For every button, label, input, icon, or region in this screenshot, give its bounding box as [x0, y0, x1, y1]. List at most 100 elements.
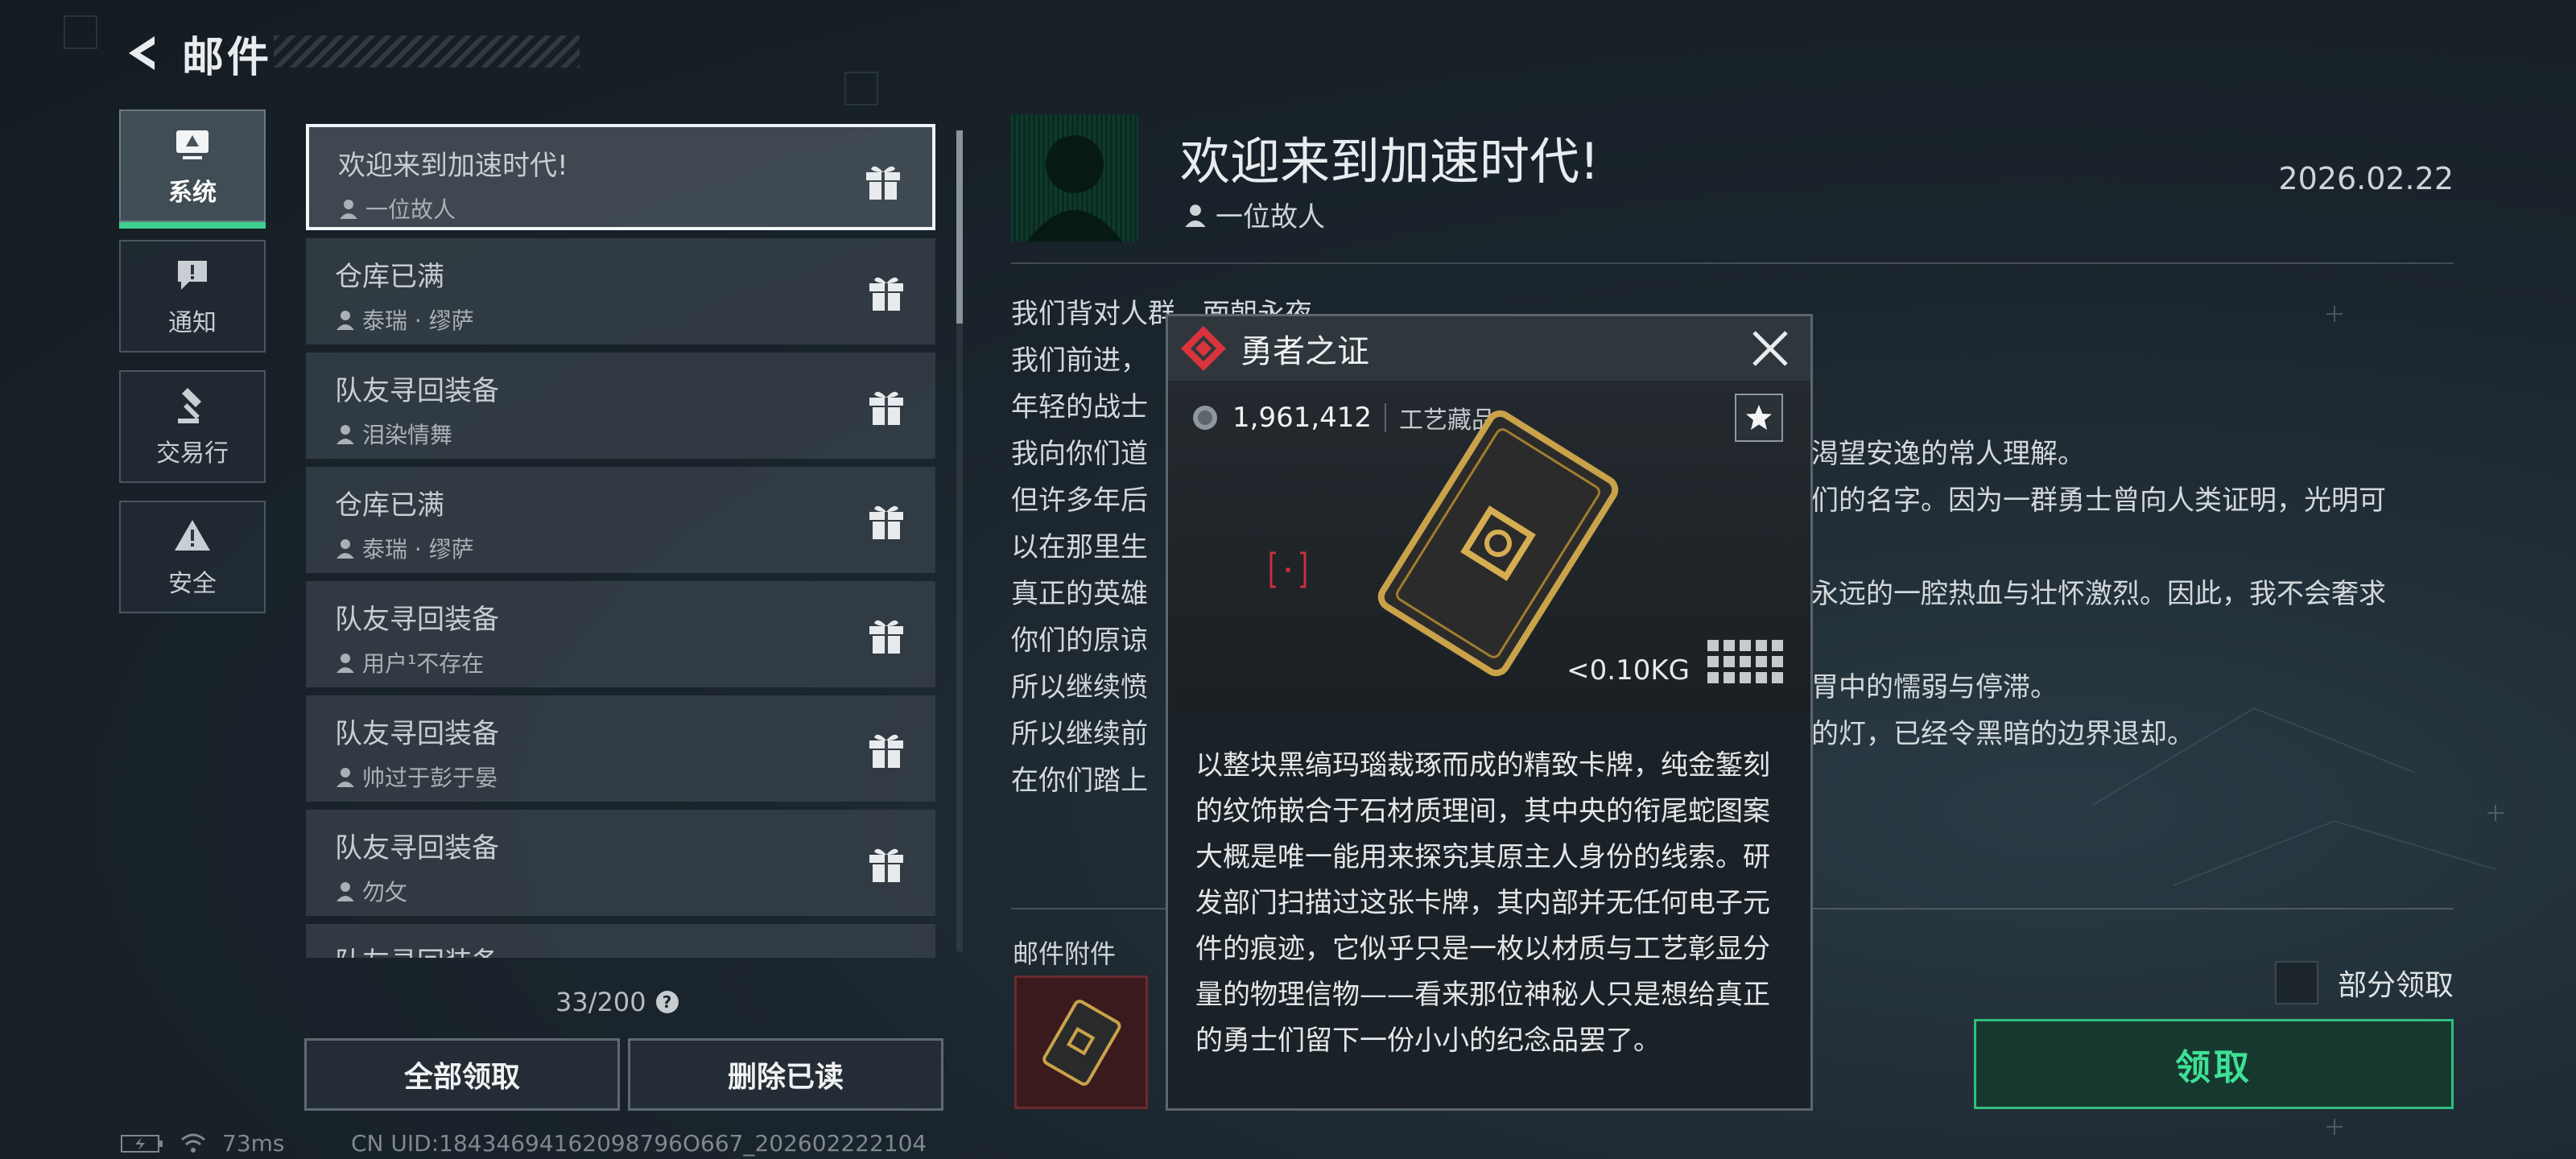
gift-icon: [869, 391, 903, 425]
mail-body-line: 在你们踏上: [1011, 765, 1148, 797]
mail-list-scrollbar[interactable]: [956, 130, 963, 951]
mail-list-item[interactable]: 队友寻回装备 用户¹不存在: [306, 581, 935, 687]
partial-claim-checkbox[interactable]: [2274, 961, 2318, 1004]
mail-body-line: 我向你们道: [1011, 438, 1148, 470]
uid-text: CN UID:18434694162098796O667_20260222210…: [351, 1130, 927, 1157]
mail-sender-name: 一位故人: [1216, 201, 1325, 233]
help-icon[interactable]: ?: [655, 991, 679, 1013]
mail-title: 欢迎来到加速时代!: [1180, 132, 1600, 191]
mail-body-line: 真正的英雄: [1011, 578, 1148, 610]
person-icon: [336, 654, 354, 673]
attachments-label: 邮件附件: [1013, 938, 1117, 969]
mail-sender: 一位故人: [1183, 195, 1325, 234]
mail-list-item[interactable]: 欢迎来到加速时代! 一位故人: [306, 124, 935, 230]
mail-body-fragment: 的灯，已经令黑暗的边界退却。: [1811, 718, 2194, 750]
mail-list-item[interactable]: 队友寻回装备 帅过于彭于晏: [306, 695, 935, 802]
sender-name: 泰瑞 · 缪萨: [362, 536, 474, 563]
mail-body-fragment: 渴望安逸的常人理解。: [1811, 438, 2085, 470]
sender-avatar: [1011, 114, 1138, 241]
popup-header: 勇者之证: [1168, 316, 1810, 381]
card-icon: [1042, 1000, 1121, 1086]
delete-read-button[interactable]: 删除已读: [628, 1038, 943, 1111]
scroll-thumb[interactable]: [956, 130, 963, 324]
mail-item-title: 队友寻回装备: [335, 604, 499, 636]
header-divider: [1011, 262, 2454, 264]
person-icon: [1185, 204, 1206, 227]
mail-body-fragment: 们的名字。因为一群勇士曾向人类证明，光明可: [1811, 485, 2386, 517]
mail-list-item[interactable]: 队友寻回装备: [306, 924, 935, 958]
item-value: 1,961,412: [1232, 402, 1373, 434]
close-icon[interactable]: [1746, 324, 1794, 373]
gift-icon: [869, 505, 903, 539]
gift-icon: [869, 277, 903, 311]
mail-item-sender: 泰瑞 · 缪萨: [335, 303, 906, 336]
mail-list-item[interactable]: 仓库已满 泰瑞 · 缪萨: [306, 467, 935, 573]
mail-count-value: 33/200: [555, 987, 646, 1017]
partial-claim[interactable]: 部分领取: [2274, 961, 2454, 1004]
claim-all-button[interactable]: 全部领取: [304, 1038, 620, 1111]
mail-item-sender: 一位故人: [338, 192, 903, 225]
mail-item-title: 队友寻回装备: [335, 718, 499, 750]
person-icon: [336, 539, 354, 559]
mail-body-line: 我们前进，: [1011, 344, 1148, 377]
mail-body-fragment: 永远的一腔热血与壮怀激烈。因此，我不会奢求: [1811, 578, 2386, 610]
page-title: 邮件: [182, 33, 273, 82]
sender-name: 帅过于彭于晏: [362, 765, 498, 791]
star-icon: [1746, 405, 1772, 430]
person-icon: [336, 882, 354, 901]
mail-item-sender: 用户¹不存在: [335, 646, 906, 678]
mail-count: 33/200 ?: [555, 987, 679, 1017]
mail-body-line: 所以继续前: [1011, 718, 1148, 750]
sender-name: 用户¹不存在: [362, 650, 485, 677]
ping-value: 73ms: [222, 1130, 285, 1157]
person-icon: [340, 200, 357, 219]
mail-body-line: 年轻的战士: [1011, 391, 1148, 423]
category-tab-system[interactable]: 系统: [119, 109, 266, 229]
wifi-icon: [181, 1133, 205, 1153]
gift-icon: [869, 734, 903, 768]
warning-triangle-icon: [175, 520, 210, 551]
category-label: 安全: [168, 570, 217, 598]
item-description: 以整块黑缟玛瑙裁琢而成的精致卡牌，纯金錾刻的纹饰嵌合于石材质理间，其中央的衔尾蛇…: [1195, 749, 1770, 1057]
gift-icon: [869, 848, 903, 882]
category-tab-security[interactable]: 安全: [119, 501, 266, 613]
category-tab-notice[interactable]: 通知: [119, 240, 266, 353]
monitor-icon: [176, 130, 208, 159]
sender-name: 一位故人: [365, 196, 456, 223]
mail-item-title: 队友寻回装备: [335, 375, 499, 407]
gift-icon: [866, 166, 900, 200]
mail-body-line: 你们的原谅: [1011, 625, 1148, 657]
mail-item-title: 仓库已满: [335, 489, 444, 522]
category-tab-trade[interactable]: 交易行: [119, 370, 266, 483]
item-quality-icon: [1181, 326, 1226, 371]
favorite-button[interactable]: [1735, 394, 1783, 442]
mail-item-sender: 帅过于彭于晏: [335, 761, 906, 793]
header: 邮件: [121, 21, 272, 85]
mail-item-sender: 泰瑞 · 缪萨: [335, 532, 906, 564]
gavel-icon: [178, 387, 202, 423]
mail-list-item[interactable]: 仓库已满 泰瑞 · 缪萨: [306, 238, 935, 344]
mail-body-line: 以在那里生: [1011, 531, 1148, 563]
mail-item-title: 队友寻回装备: [335, 940, 906, 958]
mail-body-line: 但许多年后: [1011, 485, 1148, 517]
partial-claim-label: 部分领取: [2337, 969, 2454, 1002]
person-icon: [336, 311, 354, 330]
sender-name: 泪染情舞: [362, 422, 453, 448]
category-label: 系统: [168, 179, 217, 207]
coin-icon: [1193, 406, 1217, 430]
mail-date: 2026.02.22: [2278, 161, 2454, 196]
attachment-item[interactable]: [1014, 975, 1148, 1109]
mail-body-fragment: 胃中的懦弱与停滞。: [1811, 671, 2058, 703]
scan-target-icon: [1269, 551, 1307, 588]
mail-list[interactable]: 欢迎来到加速时代! 一位故人 仓库已满 泰瑞 · 缪萨 队友寻回装备 泪染情舞 …: [306, 124, 939, 958]
gift-icon: [869, 620, 903, 654]
title-stripe-decoration: [274, 35, 580, 68]
back-arrow-icon[interactable]: [121, 31, 164, 75]
mail-item-sender: 勿攵: [335, 875, 906, 907]
mail-list-item[interactable]: 队友寻回装备 泪染情舞: [306, 353, 935, 459]
mail-item-title: 队友寻回装备: [335, 832, 499, 864]
mail-list-item[interactable]: 队友寻回装备 勿攵: [306, 810, 935, 916]
person-icon: [336, 425, 354, 444]
silhouette-icon: [1027, 135, 1122, 241]
claim-button[interactable]: 领取: [1974, 1019, 2454, 1109]
